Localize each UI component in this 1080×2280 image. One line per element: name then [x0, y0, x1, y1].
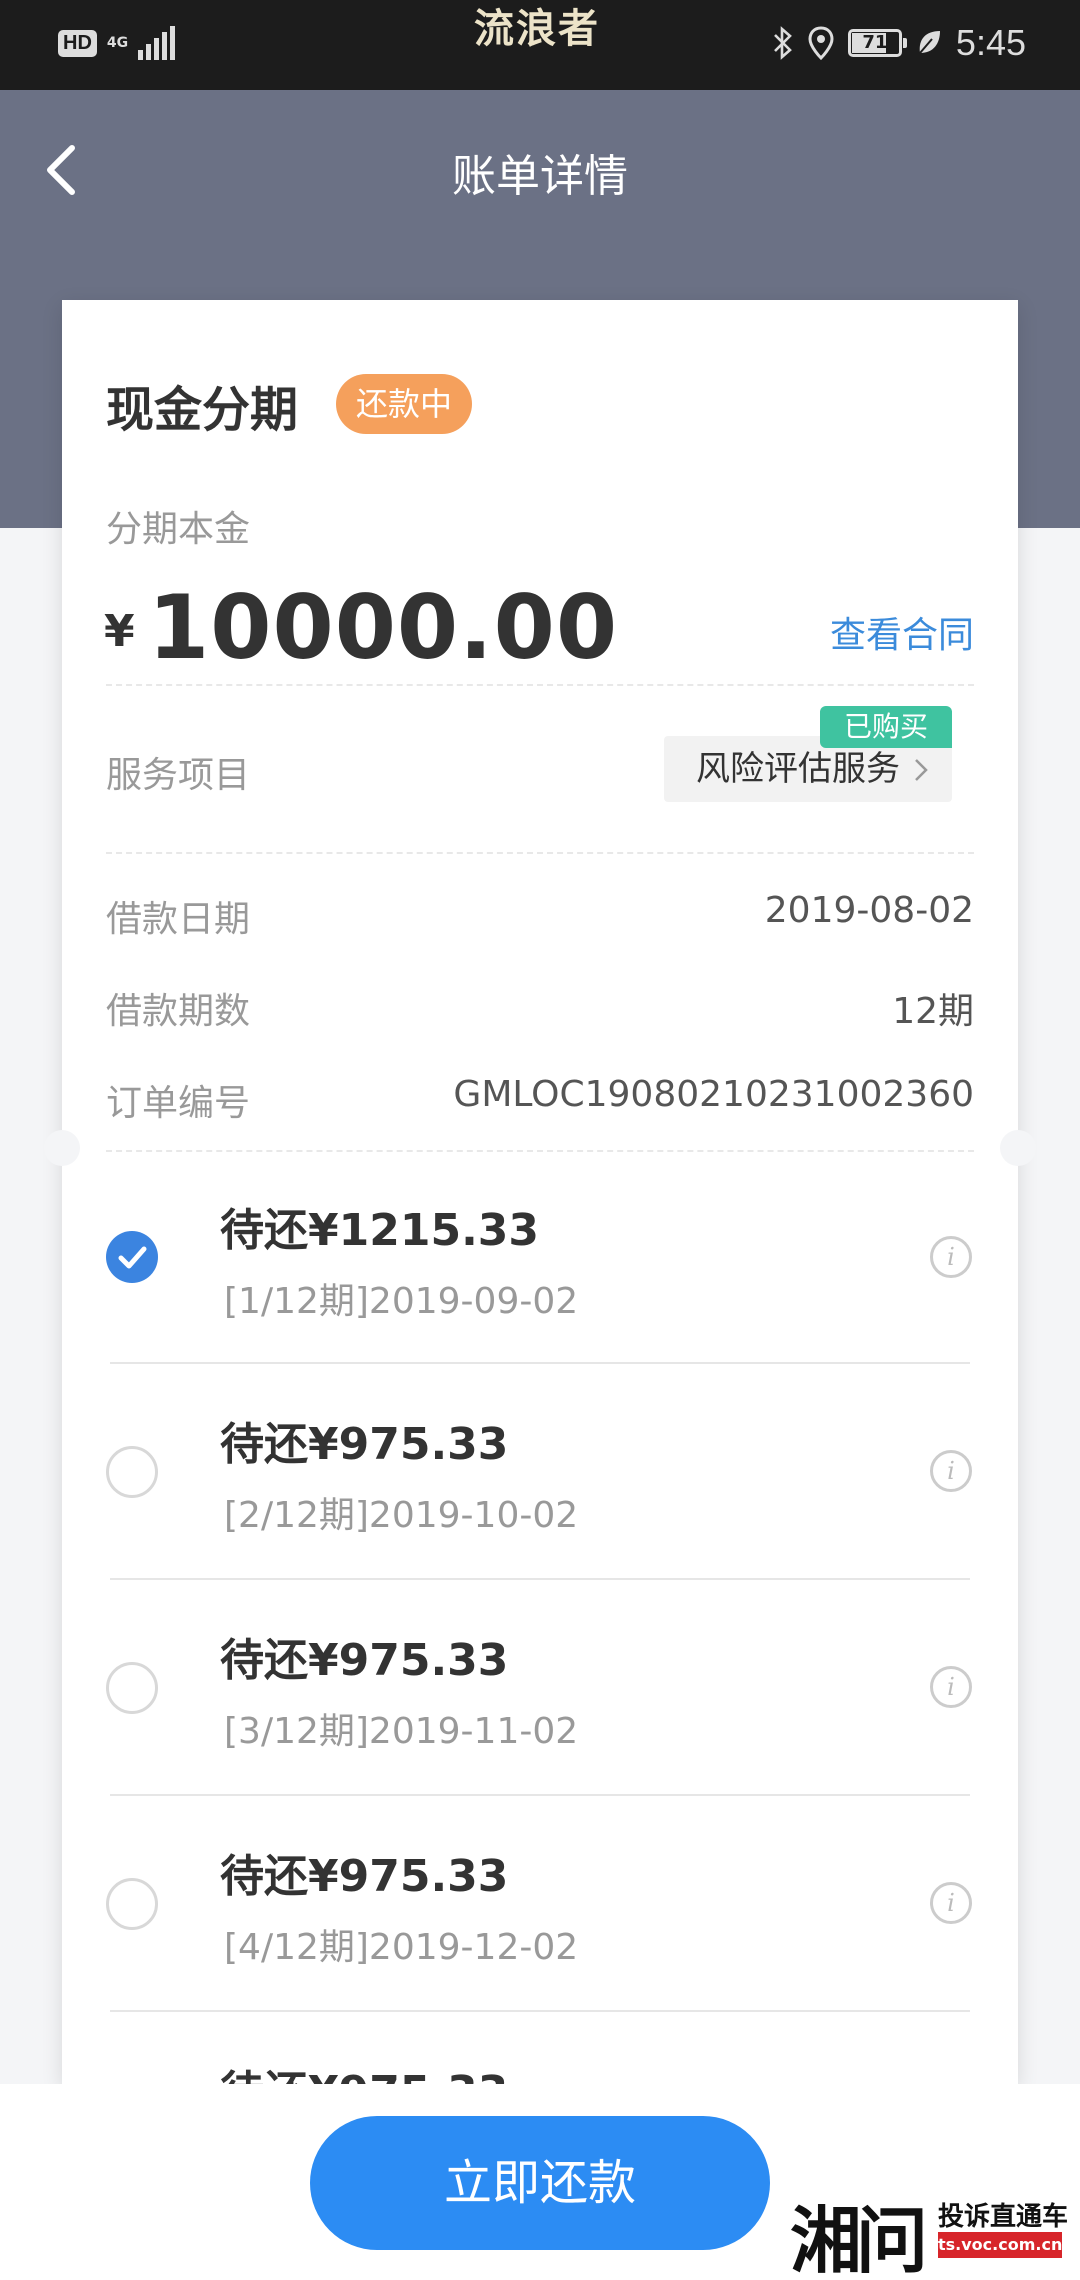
- service-item-label: 风险评估服务: [696, 749, 900, 789]
- installment-date: [4/12期]2019-12-02: [224, 1927, 579, 1968]
- currency-symbol: ¥: [104, 606, 135, 657]
- watermark-logo: 湘问 投诉直通车 ts.voc.com.cn: [790, 2176, 1070, 2280]
- status-bar: HD 4G 流浪者 71 5:45: [0, 0, 1080, 90]
- divider: [106, 684, 974, 686]
- product-name: 现金分期: [106, 382, 299, 438]
- installment-item[interactable]: 待还¥975.33 [4/12期]2019-12-02 i: [106, 1796, 974, 2012]
- bluetooth-icon: [774, 26, 792, 60]
- view-contract-link[interactable]: 查看合同: [830, 606, 974, 658]
- info-icon[interactable]: i: [930, 1450, 972, 1492]
- loan-date-value: 2019-08-02: [764, 890, 974, 931]
- hd-indicator: HD: [58, 29, 97, 57]
- signal-icon: [138, 26, 176, 60]
- installment-item[interactable]: 待还¥975.33 [3/12期]2019-11-02 i: [106, 1580, 974, 1796]
- installment-date: [2/12期]2019-10-02: [224, 1495, 579, 1536]
- installment-amount: 待还¥975.33: [220, 1635, 509, 1686]
- info-icon[interactable]: i: [930, 1882, 972, 1924]
- order-number-value: GMLOC19080210231002360: [453, 1074, 974, 1115]
- principal-amount: 10000.00: [148, 576, 619, 679]
- installment-amount: 待还¥1215.33: [220, 1205, 540, 1256]
- installment-checkbox[interactable]: [106, 1662, 158, 1714]
- watermark-line1: 投诉直通车: [938, 2202, 1069, 2232]
- info-icon[interactable]: i: [930, 1236, 972, 1278]
- installment-date: [1/12期]2019-09-02: [224, 1281, 579, 1322]
- detail-label: 订单编号: [106, 1083, 251, 1124]
- status-right: 71 5:45: [772, 22, 1026, 64]
- battery-level: 71: [862, 32, 888, 53]
- watermark-line2: ts.voc.com.cn: [938, 2232, 1062, 2258]
- carrier-text: 流浪者: [474, 6, 600, 52]
- installment-date: [3/12期]2019-11-02: [224, 1711, 579, 1752]
- network-type: 4G: [106, 35, 129, 51]
- installment-checkbox[interactable]: [106, 1231, 158, 1283]
- battery-icon: 71: [847, 29, 907, 57]
- card-notch-left: [44, 1130, 80, 1166]
- purchased-tag: 已购买: [820, 706, 952, 748]
- installment-item[interactable]: 待还¥975.33 [2/12期]2019-10-02 i: [106, 1364, 974, 1580]
- status-left: HD 4G: [58, 26, 176, 60]
- installment-amount: 待还¥975.33: [220, 1851, 509, 1902]
- watermark-mark: 湘问: [790, 2199, 928, 2280]
- page-title: 账单详情: [452, 151, 628, 202]
- info-icon[interactable]: i: [930, 1666, 972, 1708]
- installment-checkbox[interactable]: [106, 1878, 158, 1930]
- leaf-icon: [919, 31, 940, 54]
- card-notch-right: [1000, 1130, 1036, 1166]
- status-badge: 还款中: [336, 374, 473, 434]
- loan-periods-value: 12期: [892, 991, 974, 1032]
- installment-item[interactable]: 待还¥1215.33 [1/12期]2019-09-02 i: [106, 1150, 974, 1366]
- check-icon: [118, 1246, 147, 1269]
- clock: 5:45: [955, 22, 1026, 63]
- principal-label: 分期本金: [106, 509, 251, 550]
- detail-label: 借款期数: [106, 991, 251, 1032]
- repay-now-button[interactable]: 立即还款: [310, 2116, 770, 2250]
- chevron-right-icon: [915, 759, 928, 781]
- divider: [106, 852, 974, 854]
- detail-label: 借款日期: [106, 899, 251, 940]
- installment-checkbox[interactable]: [106, 1446, 158, 1498]
- service-label: 服务项目: [106, 755, 251, 796]
- installment-amount: 待还¥975.33: [220, 1419, 509, 1470]
- location-icon: [808, 26, 834, 60]
